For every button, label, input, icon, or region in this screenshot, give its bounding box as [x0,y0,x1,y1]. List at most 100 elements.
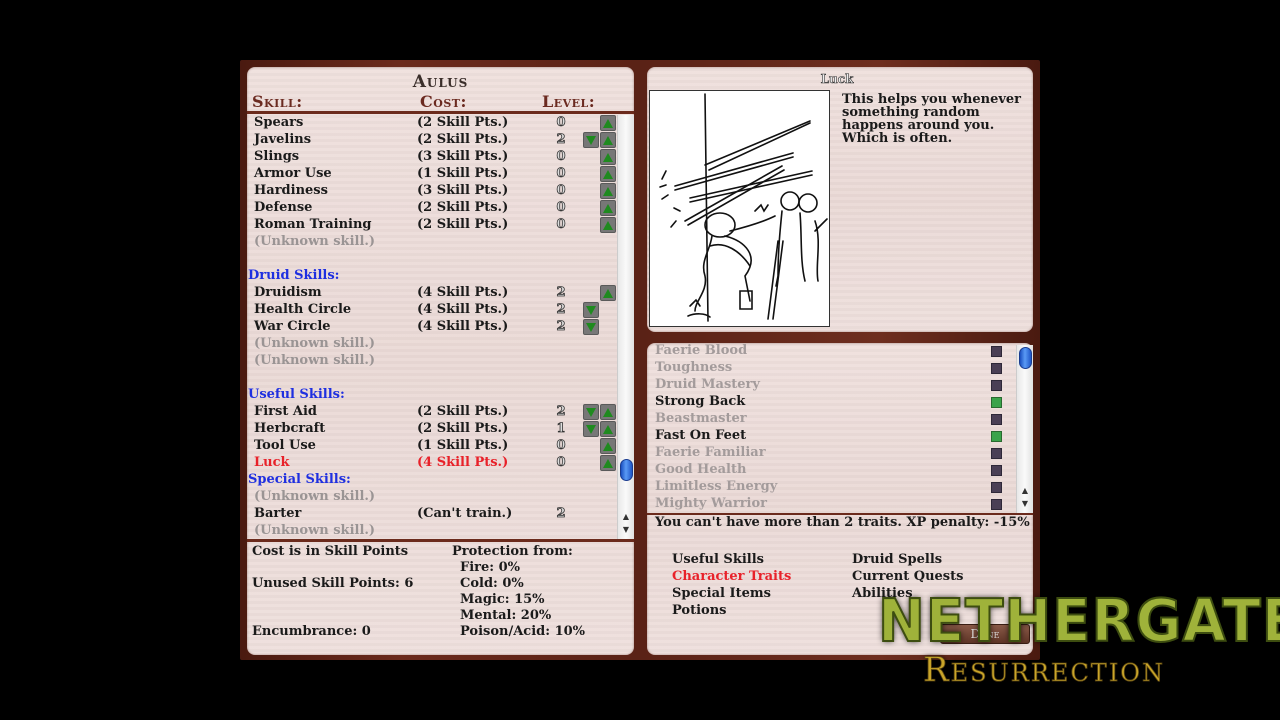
trait-row[interactable]: Strong Back [655,394,1015,411]
menu-item-special-items[interactable]: Special Items [672,586,771,601]
down-arrow-icon [586,322,596,332]
skill-cost: (2 Skill Pts.) [417,217,509,232]
decrease-skill-button[interactable] [583,132,599,148]
skill-level: 2 [556,404,566,420]
traits-scroll-thumb[interactable] [1019,347,1032,369]
increase-skill-button[interactable] [600,421,616,437]
skill-row[interactable]: Hardiness (3 Skill Pts.) 0 [247,183,617,200]
skill-row[interactable]: Luck (4 Skill Pts.) 0 [247,455,617,472]
skill-level: 0 [556,438,566,454]
increase-skill-button[interactable] [600,200,616,216]
skill-name: War Circle [254,319,331,334]
increase-skill-button[interactable] [600,183,616,199]
traits-scrollbar[interactable]: ▲ ▼ [1016,345,1033,513]
protection-magic: Magic: 15% [460,592,545,607]
decrease-skill-button[interactable] [583,404,599,420]
skill-name: Hardiness [254,183,328,198]
skill-column-header: Skill: [252,92,303,111]
increase-skill-button[interactable] [600,438,616,454]
increase-skill-button[interactable] [600,285,616,301]
trait-row[interactable]: Good Health [655,462,1015,479]
increase-skill-button[interactable] [600,149,616,165]
up-arrow-icon [603,407,613,417]
scroll-up-arrow-icon[interactable]: ▲ [618,511,634,523]
skill-row[interactable]: Slings (3 Skill Pts.) 0 [247,149,617,166]
increase-skill-button[interactable] [600,404,616,420]
skill-cost: (3 Skill Pts.) [417,183,509,198]
scroll-down-arrow-icon[interactable]: ▼ [618,524,634,536]
skill-row[interactable]: Herbcraft (2 Skill Pts.) 1 [247,421,617,438]
trait-row[interactable]: Faerie Blood [655,343,1015,360]
skill-cost: (4 Skill Pts.) [417,302,509,317]
skill-row[interactable]: First Aid (2 Skill Pts.) 2 [247,404,617,421]
skill-cost: (Can't train.) [417,506,513,521]
logo-subtitle: Resurrection [923,650,1165,690]
skill-name: Luck [254,455,290,470]
trait-checkbox[interactable] [991,380,1002,391]
decrease-skill-button[interactable] [583,421,599,437]
trait-checkbox[interactable] [991,414,1002,425]
skill-row[interactable]: Spears (2 Skill Pts.) 0 [247,115,617,132]
trait-row[interactable]: Mighty Warrior [655,496,1015,513]
skill-name: Druidism [254,285,322,300]
increase-skill-button[interactable] [600,217,616,233]
trait-checkbox[interactable] [991,431,1002,442]
up-arrow-icon [603,135,613,145]
trait-checkbox[interactable] [991,346,1002,357]
menu-item-druid-spells[interactable]: Druid Spells [852,552,942,567]
trait-checkbox[interactable] [991,482,1002,493]
skill-row[interactable]: Defense (2 Skill Pts.) 0 [247,200,617,217]
skill-row[interactable]: Druidism (4 Skill Pts.) 2 [247,285,617,302]
increase-skill-button[interactable] [600,132,616,148]
logo-title: NETHERGATE [877,587,1280,656]
traits-scroll-up-arrow-icon[interactable]: ▲ [1017,485,1033,497]
trait-checkbox[interactable] [991,465,1002,476]
increase-skill-button[interactable] [600,166,616,182]
trait-name: Limitless Energy [655,479,778,494]
unknown-skill-row: (Unknown skill.) [247,353,617,370]
skill-row[interactable]: Javelins (2 Skill Pts.) 2 [247,132,617,149]
skill-row[interactable]: Health Circle (4 Skill Pts.) 2 [247,302,617,319]
trait-checkbox[interactable] [991,397,1002,408]
traits-scroll-down-arrow-icon[interactable]: ▼ [1017,498,1033,510]
skills-scroll-thumb[interactable] [620,459,633,482]
protection-title: Protection from: [452,544,573,559]
menu-item-useful-skills[interactable]: Useful Skills [672,552,764,567]
trait-checkbox[interactable] [991,363,1002,374]
trait-row[interactable]: Limitless Energy [655,479,1015,496]
skill-level: 0 [556,115,566,130]
menu-item-potions[interactable]: Potions [672,603,726,618]
character-name: Aulus [412,72,469,92]
menu-item-current-quests[interactable]: Current Quests [852,569,963,584]
trait-checkbox[interactable] [991,499,1002,510]
trait-name: Strong Back [655,394,746,409]
skill-row[interactable]: Roman Training (2 Skill Pts.) 0 [247,217,617,234]
trait-row[interactable]: Beastmaster [655,411,1015,428]
increase-skill-button[interactable] [600,115,616,131]
skill-row[interactable]: Tool Use (1 Skill Pts.) 0 [247,438,617,455]
description-text: This helps you whenever something random… [842,92,1022,146]
trait-row[interactable]: Toughness [655,360,1015,377]
skill-level: 0 [556,166,566,182]
increase-skill-button[interactable] [600,455,616,471]
trait-row[interactable]: Druid Mastery [655,377,1015,394]
decrease-skill-button[interactable] [583,319,599,335]
trait-name: Mighty Warrior [655,496,768,511]
skill-row[interactable]: War Circle (4 Skill Pts.) 2 [247,319,617,336]
trait-row[interactable]: Faerie Familiar [655,445,1015,462]
skill-name: Defense [254,200,313,215]
down-arrow-icon [586,305,596,315]
decrease-skill-button[interactable] [583,302,599,318]
skill-cost: (1 Skill Pts.) [417,166,509,181]
skill-cost: (2 Skill Pts.) [417,421,509,436]
trait-row[interactable]: Fast On Feet [655,428,1015,445]
skill-row[interactable]: Barter (Can't train.) 2 [247,506,617,523]
menu-item-character-traits[interactable]: Character Traits [672,569,791,584]
skill-category: Druid Skills: [247,268,617,285]
protection-mental: Mental: 20% [460,608,552,623]
up-arrow-icon [603,186,613,196]
trait-checkbox[interactable] [991,448,1002,459]
category-label: Useful Skills: [248,387,345,402]
skills-scrollbar[interactable]: ▲ ▼ [617,115,634,539]
skill-row[interactable]: Armor Use (1 Skill Pts.) 0 [247,166,617,183]
